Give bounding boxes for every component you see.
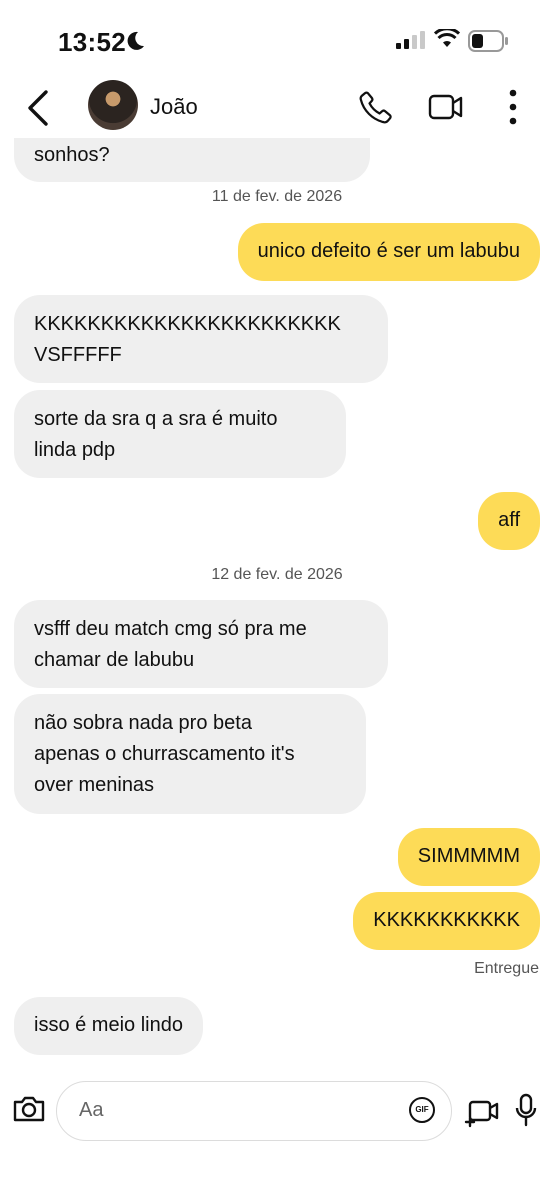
status-time: 13:52 <box>58 27 126 57</box>
incoming-message[interactable]: isso é meio lindo <box>14 997 203 1055</box>
outgoing-message[interactable]: aff <box>478 492 540 550</box>
gif-icon[interactable]: GIF <box>409 1097 435 1123</box>
message-list[interactable]: sonhos? 11 de fev. de 2026 unico defeito… <box>0 138 554 1060</box>
more-options-icon[interactable] <box>508 88 518 131</box>
date-separator: 12 de fev. de 2026 <box>211 566 343 583</box>
camera-icon[interactable] <box>12 1094 46 1129</box>
video-message-icon[interactable] <box>464 1096 500 1135</box>
incoming-message[interactable]: vsfff deu match cmg só pra me chamar de … <box>14 600 388 688</box>
outgoing-message[interactable]: unico defeito é ser um labubu <box>237 223 540 281</box>
message-input-placeholder: Aa <box>79 1099 104 1121</box>
incoming-message[interactable]: KKKKKKKKKKKKKKKKKKKKKKK VSFFFFF <box>14 295 388 383</box>
battery-icon <box>468 30 510 57</box>
incoming-message[interactable]: não sobra nada pro beta apenas o churras… <box>14 694 366 814</box>
video-call-icon[interactable] <box>428 92 464 127</box>
incoming-message[interactable]: sorte da sra q a sra é muito linda pdp <box>14 390 346 478</box>
message-input[interactable]: Aa GIF <box>56 1081 452 1141</box>
outgoing-message[interactable]: SIMMMMM <box>397 828 540 886</box>
delivered-status: Entregue <box>474 960 539 977</box>
message-composer: Aa GIF <box>0 1060 554 1200</box>
moon-icon <box>124 30 146 57</box>
date-separator: 11 de fev. de 2026 <box>211 188 343 205</box>
incoming-message[interactable]: sonhos? <box>14 138 370 182</box>
phone-icon[interactable] <box>358 89 394 130</box>
contact-name[interactable]: João <box>150 94 198 120</box>
status-bar: 13:52 <box>0 0 554 80</box>
chat-header: João <box>0 80 554 138</box>
cellular-signal-icon <box>396 31 426 54</box>
avatar[interactable] <box>88 80 138 130</box>
wifi-icon <box>433 27 461 54</box>
outgoing-message[interactable]: KKKKKKKKKKK <box>353 892 540 950</box>
back-arrow-icon[interactable] <box>26 88 56 128</box>
microphone-icon[interactable] <box>514 1093 538 1132</box>
